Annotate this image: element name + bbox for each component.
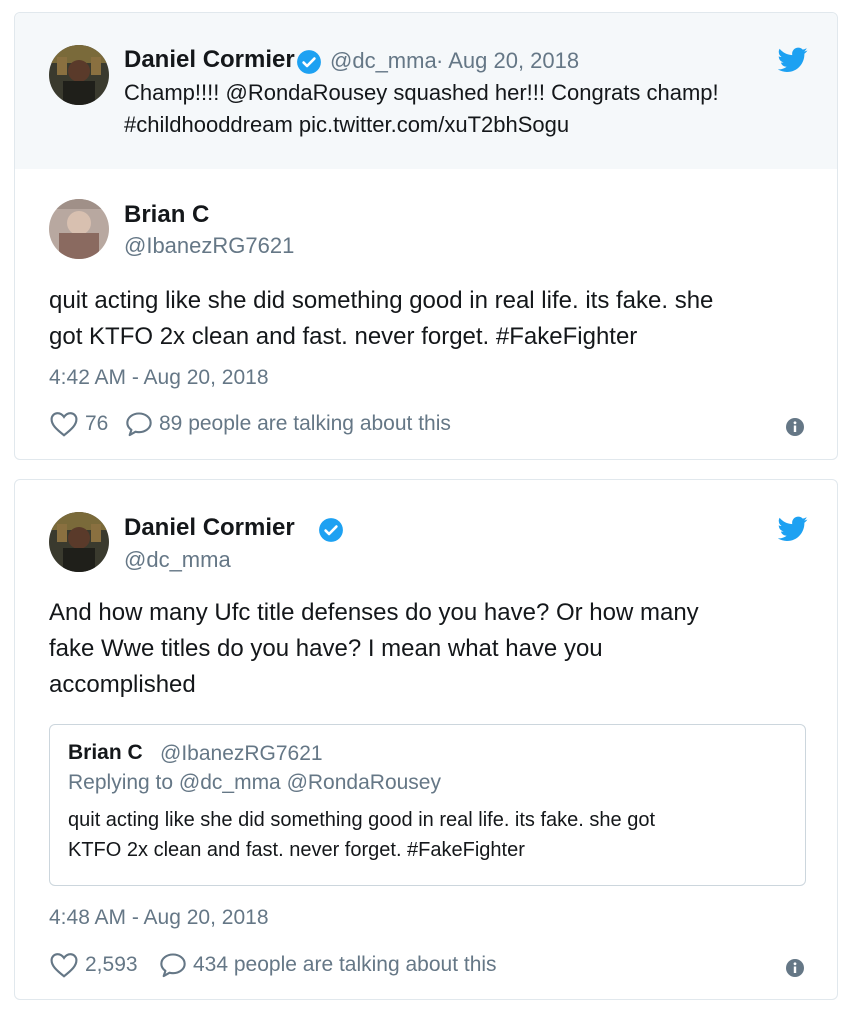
- avatar-brian-c-image: [49, 199, 109, 259]
- tweet-text-line: accomplished: [49, 671, 196, 698]
- quoted-author-handle: @IbanezRG7621: [160, 742, 323, 765]
- tweet-text-line: quit acting like she did something good …: [49, 287, 714, 314]
- author-handle[interactable]: @dc_mma: [330, 48, 437, 74]
- speech-bubble-icon: [126, 412, 152, 437]
- twitter-bird-icon[interactable]: [778, 516, 808, 542]
- tweet-timestamp[interactable]: 4:42 AM - Aug 20, 2018: [49, 366, 269, 390]
- replying-to: Replying to @dc_mma @RondaRousey: [68, 771, 441, 794]
- avatar-daniel-cormier-image: [49, 512, 109, 572]
- tweet-date[interactable]: · Aug 20, 2018: [436, 48, 579, 74]
- quoted-text-line: KTFO 2x clean and fast. never forget. #F…: [68, 839, 525, 861]
- verified-badge-icon: [319, 518, 343, 542]
- parent-tweet[interactable]: Daniel Cormier @dc_mma · Aug 20, 2018 Ch…: [15, 13, 837, 169]
- speech-bubble-icon: [160, 953, 186, 978]
- author-handle[interactable]: @dc_mma: [124, 547, 231, 573]
- author-name[interactable]: Brian C: [124, 201, 209, 229]
- heart-icon: [50, 953, 78, 978]
- tweet-timestamp[interactable]: 4:48 AM - Aug 20, 2018: [49, 906, 269, 930]
- author-name[interactable]: Daniel Cormier: [124, 514, 295, 542]
- quoted-author-name: Brian C: [68, 741, 143, 764]
- avatar[interactable]: [49, 512, 109, 572]
- tweet-text-line: And how many Ufc title defenses do you h…: [49, 599, 699, 626]
- like-button[interactable]: 76: [49, 411, 108, 437]
- author-name[interactable]: Daniel Cormier: [124, 46, 295, 74]
- embedded-tweet-card-cormier[interactable]: Daniel Cormier @dc_mma And how many Ufc …: [14, 479, 838, 1000]
- quoted-text-line: quit acting like she did something good …: [68, 809, 656, 831]
- author-handle[interactable]: @IbanezRG7621: [124, 233, 294, 259]
- like-button[interactable]: 2,593: [49, 952, 138, 978]
- avatar[interactable]: [49, 199, 109, 259]
- like-count: 2,593: [85, 953, 138, 976]
- heart-icon: [50, 412, 78, 437]
- like-count: 76: [85, 412, 109, 435]
- tweet-text-line: #childhooddream pic.twitter.com/xuT2bhSo…: [124, 112, 570, 137]
- tweet-text-line: got KTFO 2x clean and fast. never forget…: [49, 323, 638, 350]
- info-icon[interactable]: [785, 417, 805, 437]
- verified-badge-icon: [297, 50, 321, 74]
- tweet-text-line: Champ!!!! @RondaRousey squashed her!!! C…: [124, 80, 719, 105]
- quoted-tweet[interactable]: Brian C @IbanezRG7621 Replying to @dc_mm…: [49, 724, 806, 886]
- talking-count: 89 people are talking about this: [159, 412, 451, 435]
- reply-button[interactable]: 89 people are talking about this: [125, 411, 451, 437]
- talking-count: 434 people are talking about this: [193, 953, 497, 976]
- twitter-bird-icon[interactable]: [778, 47, 808, 73]
- info-icon[interactable]: [785, 958, 805, 978]
- reply-button[interactable]: 434 people are talking about this: [159, 952, 497, 978]
- embedded-tweet-card-brian[interactable]: Daniel Cormier @dc_mma · Aug 20, 2018 Ch…: [14, 12, 838, 460]
- tweet-text-line: fake Wwe titles do you have? I mean what…: [49, 635, 603, 662]
- avatar-daniel-cormier-image: [49, 45, 109, 105]
- avatar[interactable]: [49, 45, 109, 105]
